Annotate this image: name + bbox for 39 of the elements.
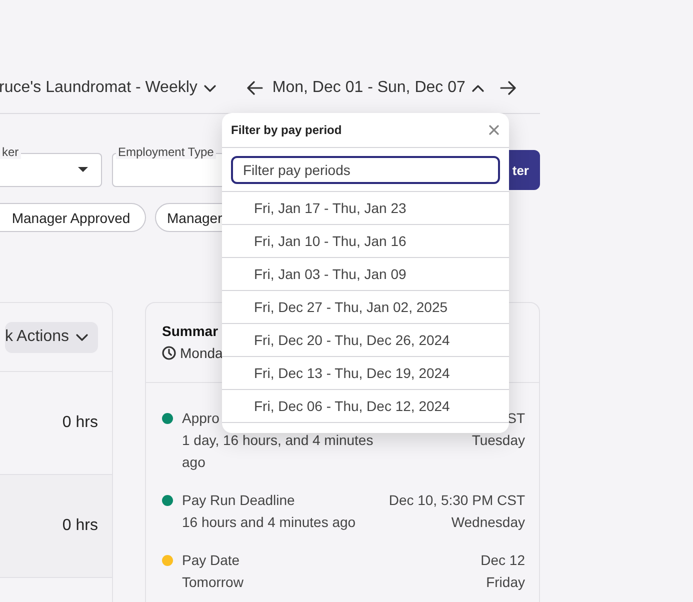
- event-date: Dec 10, 5:30 PM CST: [388, 491, 525, 510]
- event-detail: 1 day, 16 hours, and 4 minutes ago: [182, 431, 374, 472]
- event-date: Dec 12: [480, 551, 525, 570]
- chevron-down-icon[interactable]: [203, 82, 218, 94]
- field-label: Employment Type: [116, 145, 216, 159]
- close-icon[interactable]: [488, 124, 500, 136]
- arrow-right-icon[interactable]: [500, 81, 516, 95]
- filter-chip[interactable]: Manager Approved: [0, 203, 146, 232]
- pay-period-option[interactable]: Fri, Dec 27 - Thu, Jan 02, 2025: [222, 291, 509, 324]
- chevron-up-icon[interactable]: [471, 82, 486, 94]
- pay-period-option[interactable]: Fri, Jan 03 - Thu, Jan 09: [222, 258, 509, 291]
- event-day: Wednesday: [451, 511, 525, 533]
- popup-title: Filter by pay period: [231, 123, 342, 137]
- select-field[interactable]: ker: [0, 145, 102, 187]
- pay-period-option[interactable]: Fri, Jan 17 - Thu, Jan 23: [222, 192, 509, 225]
- pay-period-option[interactable]: Fri, Dec 13 - Thu, Dec 19, 2024: [222, 357, 509, 390]
- summary-date: Monda: [180, 345, 223, 361]
- caret-icon: [78, 167, 88, 172]
- pay-period-option[interactable]: Fri, Jan 10 - Thu, Jan 16: [222, 225, 509, 258]
- bulk-actions-button[interactable]: k Actions: [4, 322, 98, 352]
- event-day: Friday: [486, 571, 525, 593]
- chevron-down-icon[interactable]: [75, 331, 89, 343]
- clock-icon[interactable]: [162, 346, 176, 360]
- summary-title: Summar: [162, 323, 220, 339]
- hours-value: 0 hrs: [62, 414, 98, 432]
- pay-period-option[interactable]: Fri, Dec 20 - Thu, Dec 26, 2024: [222, 324, 509, 357]
- event-detail: Tomorrow: [182, 573, 244, 592]
- event-title: Pay Date: [182, 551, 240, 570]
- event-title: Pay Run Deadline: [182, 491, 295, 510]
- event-detail: 16 hours and 4 minutes ago: [182, 513, 357, 532]
- field-label: ker: [0, 145, 21, 159]
- event-day: Tuesday: [472, 429, 525, 451]
- search-field[interactable]: Filter pay periods: [231, 156, 500, 184]
- event-title: Appro: [182, 409, 220, 428]
- arrow-left-icon[interactable]: [247, 81, 264, 95]
- hours-value: 0 hrs: [62, 517, 98, 535]
- pay-period-label[interactable]: Mon, Dec 01 - Sun, Dec 07: [272, 79, 466, 97]
- schedule-name[interactable]: ruce's Laundromat - Weekly: [0, 79, 198, 97]
- pay-period-option[interactable]: Fri, Dec 06 - Thu, Dec 12, 2024: [222, 390, 509, 423]
